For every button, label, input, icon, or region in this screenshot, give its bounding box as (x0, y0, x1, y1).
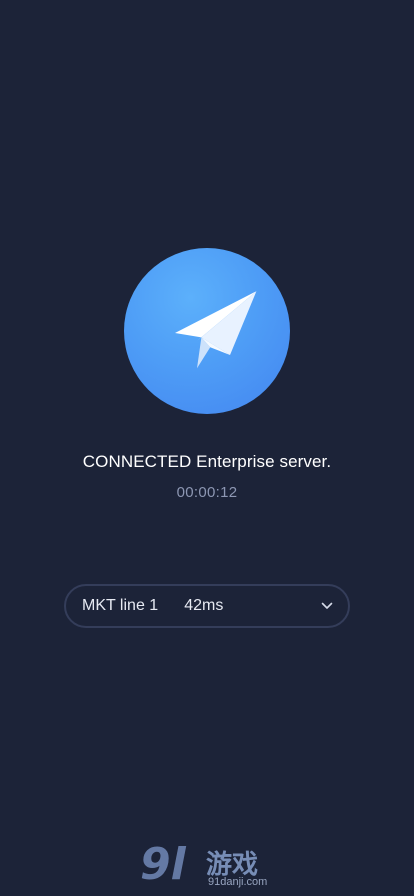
connection-timer: 00:00:12 (176, 484, 238, 501)
connection-status-label: CONNECTED Enterprise server. (82, 452, 332, 471)
chevron-down-icon (320, 599, 334, 613)
watermark-logo-mark: 9l (140, 839, 186, 890)
server-name: MKT line 1 (82, 597, 159, 614)
watermark-url: 91danji.com (208, 876, 268, 888)
connect-button[interactable] (124, 248, 290, 414)
vpn-main-screen: CONNECTED Enterprise server. 00:00:12 MK… (0, 0, 414, 896)
watermark-logo: 9l 游戏 91danji.com (138, 840, 278, 892)
paper-plane-icon (175, 291, 257, 369)
server-selector-dropdown[interactable]: MKT line 1 42ms (64, 584, 350, 628)
server-latency: 42ms (184, 597, 224, 614)
